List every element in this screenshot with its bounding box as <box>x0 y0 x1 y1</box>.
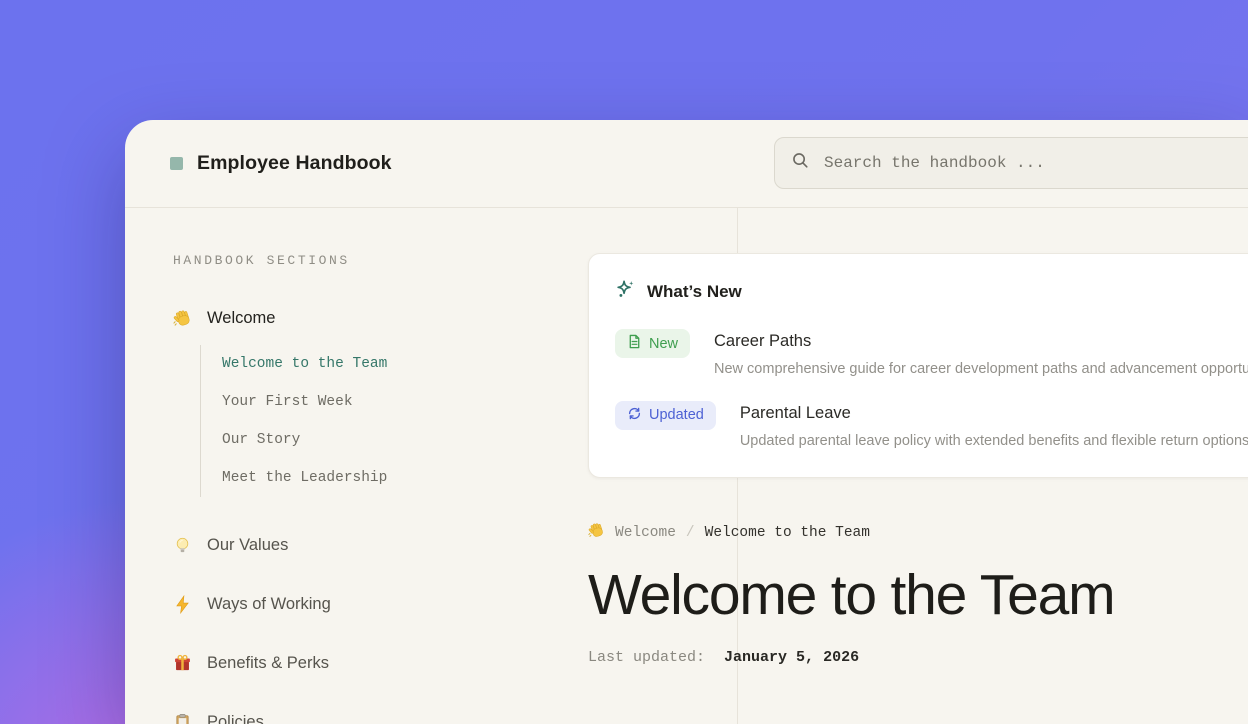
clipboard-emoji-icon <box>173 713 192 724</box>
sidebar-subitem-our-story[interactable]: Our Story <box>222 421 553 459</box>
new-badge: New <box>615 329 690 358</box>
logo-square-icon <box>170 157 183 170</box>
whats-new-item-description: Updated parental leave policy with exten… <box>740 433 1248 449</box>
refresh-icon <box>627 406 642 425</box>
breadcrumb: Welcome / Welcome to the Team <box>588 522 1248 544</box>
updated-badge: Updated <box>615 401 716 430</box>
whats-new-item-body: Parental Leave Updated parental leave po… <box>740 401 1248 449</box>
breadcrumb-section[interactable]: Welcome <box>615 525 676 541</box>
sidebar-item-welcome[interactable]: Welcome <box>173 307 553 329</box>
page-title: Welcome to the Team <box>588 566 1248 626</box>
app-header: Employee Handbook <box>125 120 1248 208</box>
badge-label: New <box>649 336 678 352</box>
wave-emoji-icon <box>588 522 605 544</box>
bolt-emoji-icon <box>173 595 192 614</box>
sidebar-subitem-meet-the-leadership[interactable]: Meet the Leadership <box>222 459 553 497</box>
whats-new-title: What’s New <box>647 282 742 302</box>
sidebar: HANDBOOK SECTIONS Welcome Welcome to the… <box>173 207 553 724</box>
breadcrumb-separator: / <box>686 525 695 541</box>
sidebar-heading: HANDBOOK SECTIONS <box>173 253 553 268</box>
search-input[interactable] <box>822 153 1248 173</box>
whats-new-item-parental-leave[interactable]: Updated Parental Leave Updated parental … <box>615 401 1248 449</box>
sidebar-item-policies[interactable]: Policies <box>173 711 553 724</box>
last-updated: Last updated: January 5, 2026 <box>588 649 1248 666</box>
sidebar-subitem-welcome-to-the-team[interactable]: Welcome to the Team <box>222 345 553 383</box>
whats-new-item-description: New comprehensive guide for career devel… <box>714 361 1248 377</box>
sidebar-item-label: Policies <box>207 713 264 724</box>
sidebar-sublist-welcome: Welcome to the Team Your First Week Our … <box>200 345 553 497</box>
whats-new-card: What’s New New Career Paths New comprehe… <box>588 253 1248 478</box>
sidebar-item-benefits-perks[interactable]: Benefits & Perks <box>173 652 553 674</box>
wave-emoji-icon <box>173 309 192 328</box>
sidebar-item-label: Welcome <box>207 309 275 328</box>
whats-new-item-career-paths[interactable]: New Career Paths New comprehensive guide… <box>615 329 1248 377</box>
sidebar-item-label: Our Values <box>207 536 288 555</box>
whats-new-item-title: Parental Leave <box>740 404 1248 424</box>
last-updated-label: Last updated: <box>588 649 705 666</box>
sidebar-item-label: Benefits & Perks <box>207 654 329 673</box>
badge-label: Updated <box>649 407 704 423</box>
desktop-background: Employee Handbook HANDBOOK SECTIONS Welc… <box>0 0 1248 724</box>
breadcrumb-page: Welcome to the Team <box>705 525 870 541</box>
gift-emoji-icon <box>173 654 192 673</box>
whats-new-item-body: Career Paths New comprehensive guide for… <box>714 329 1248 377</box>
sparkles-icon <box>615 279 636 305</box>
document-icon <box>627 334 642 353</box>
search-icon <box>791 151 810 175</box>
brand: Employee Handbook <box>170 120 392 207</box>
handbook-window: Employee Handbook HANDBOOK SECTIONS Welc… <box>125 120 1248 724</box>
sidebar-subitem-your-first-week[interactable]: Your First Week <box>222 383 553 421</box>
whats-new-item-title: Career Paths <box>714 332 1248 352</box>
bulb-emoji-icon <box>173 536 192 555</box>
sidebar-item-ways-of-working[interactable]: Ways of Working <box>173 593 553 615</box>
search-box[interactable] <box>774 137 1248 189</box>
sidebar-item-our-values[interactable]: Our Values <box>173 534 553 556</box>
app-title: Employee Handbook <box>197 152 392 175</box>
sidebar-item-label: Ways of Working <box>207 595 331 614</box>
main-content: What’s New New Career Paths New comprehe… <box>588 207 1248 724</box>
last-updated-value: January 5, 2026 <box>724 649 859 666</box>
whats-new-header: What’s New <box>615 279 1248 305</box>
